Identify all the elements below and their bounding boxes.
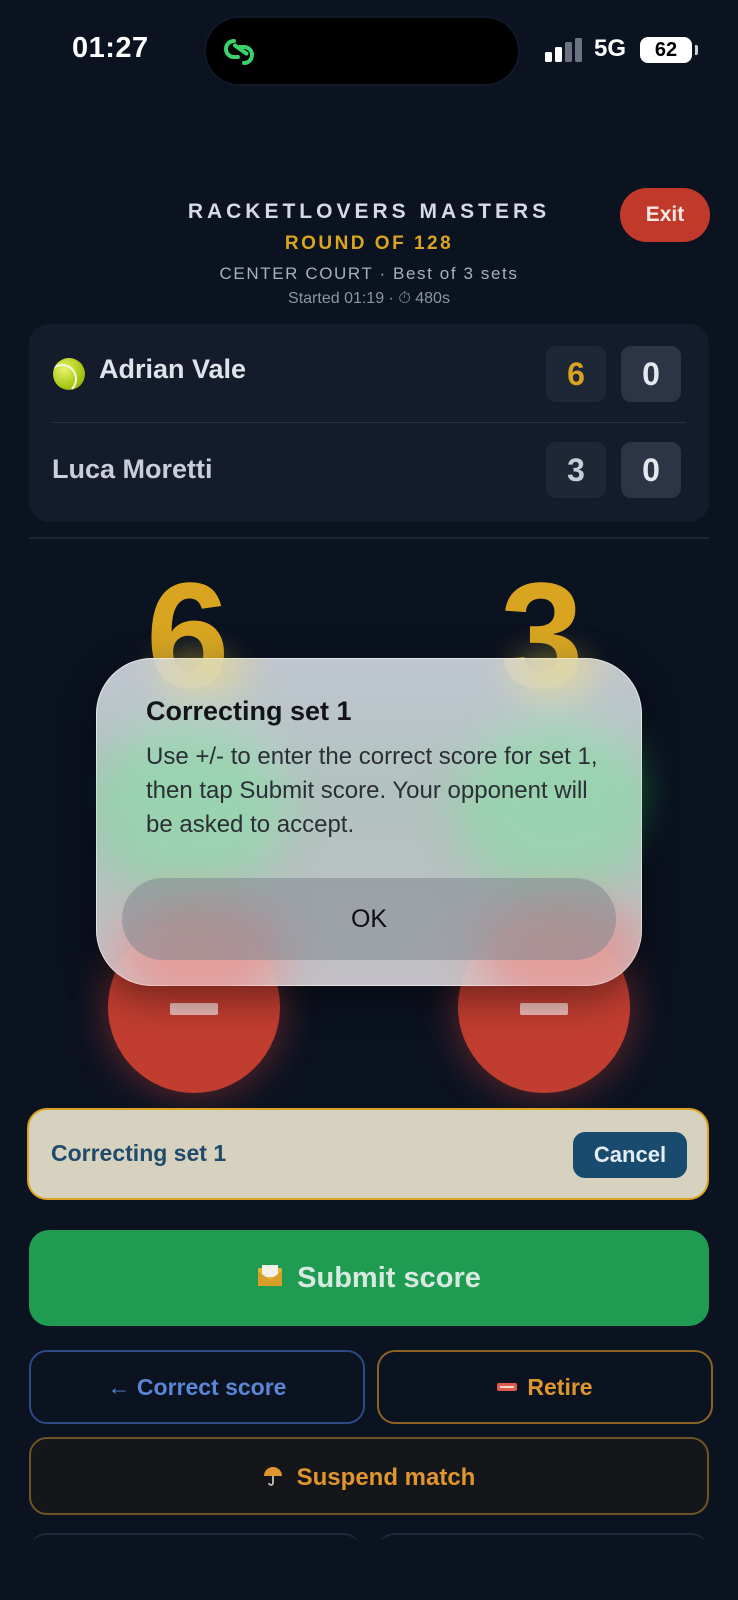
umbrella-icon — [263, 1466, 282, 1486]
suspend-match-button[interactable]: Suspend match — [29, 1437, 709, 1515]
set-score: 3 — [546, 442, 606, 498]
player-name: Luca Moretti — [52, 454, 213, 484]
bottom-safe-area — [0, 1540, 738, 1600]
started-info: Started 01:19 · ⏱ 480s — [288, 290, 450, 307]
correct-score-button[interactable]: ← Correct score — [29, 1350, 365, 1424]
dialog-message: Use +/- to enter the correct score for s… — [146, 743, 598, 838]
retire-label: Retire — [527, 1374, 593, 1400]
exit-button[interactable]: Exit — [620, 188, 710, 242]
retire-button[interactable]: Retire — [377, 1350, 713, 1424]
envelope-icon — [258, 1265, 283, 1287]
correction-banner: Correcting set 1 Cancel — [29, 1110, 707, 1198]
dynamic-island — [206, 18, 518, 84]
scoreboard: Adrian Vale 6 0 Luca Moretti 3 0 — [29, 324, 709, 522]
round-label: ROUND OF 128 — [284, 233, 454, 254]
submit-score-button[interactable]: Submit score — [29, 1230, 709, 1326]
signal-icon — [545, 38, 582, 62]
dialog-title: Correcting set 1 — [146, 696, 352, 726]
divider — [29, 537, 709, 539]
player-name: Adrian Vale — [99, 354, 247, 384]
set-score: 0 — [621, 442, 681, 498]
player-row: Adrian Vale 6 0 — [29, 324, 709, 422]
player-row: Luca Moretti 3 0 — [29, 422, 709, 520]
banner-text: Correcting set 1 — [51, 1140, 227, 1166]
minus-icon — [520, 1003, 568, 1015]
tennis-ball-icon — [53, 358, 85, 390]
set-score: 0 — [621, 346, 681, 402]
battery-icon: 62 — [640, 37, 698, 63]
court-info: CENTER COURT · Best of 3 sets — [219, 264, 519, 283]
set-score: 6 — [546, 346, 606, 402]
network-label: 5G — [594, 35, 627, 62]
submit-label: Submit score — [297, 1262, 481, 1294]
link-app-icon — [224, 39, 254, 65]
backdrop-blur — [166, 658, 246, 684]
minus-icon — [170, 1003, 218, 1015]
cancel-button[interactable]: Cancel — [573, 1132, 687, 1178]
ok-button[interactable]: OK — [122, 878, 616, 960]
correction-alert-dialog: Correcting set 1 Use +/- to enter the co… — [96, 658, 642, 986]
retire-icon — [497, 1382, 518, 1391]
backdrop-blur — [516, 658, 596, 684]
suspend-label: Suspend match — [296, 1464, 476, 1491]
status-time: 01:27 — [72, 32, 149, 64]
